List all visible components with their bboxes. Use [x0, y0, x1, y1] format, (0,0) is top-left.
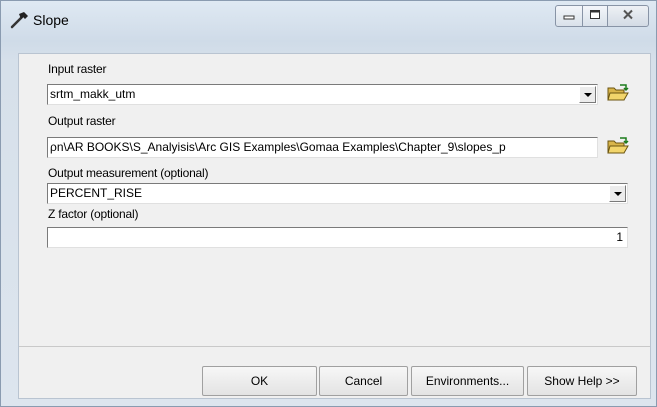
output-raster-label: Output raster: [48, 114, 116, 128]
output-raster-input[interactable]: ρn\AR BOOKS\S_Analyisis\Arc GIS Examples…: [47, 137, 598, 158]
maximize-button[interactable]: [582, 5, 608, 27]
show-help-button[interactable]: Show Help >>: [527, 366, 637, 396]
output-raster-browse-button[interactable]: [606, 136, 630, 158]
close-button[interactable]: [607, 5, 649, 27]
window-title: Slope: [33, 12, 69, 28]
input-raster-browse-button[interactable]: [606, 83, 630, 105]
chevron-down-icon: [613, 184, 622, 203]
dialog-client-area: Input raster srtm_makk_utm Output raster…: [18, 53, 651, 399]
dialog-window: Slope Input raster srtm_makk_utm Output …: [0, 0, 657, 407]
input-raster-label: Input raster: [48, 62, 107, 76]
input-raster-dropdown-button[interactable]: [579, 86, 596, 103]
z-factor-label: Z factor (optional): [48, 207, 139, 221]
output-measurement-dropdown-button[interactable]: [609, 185, 626, 202]
minimize-button[interactable]: [555, 5, 583, 27]
input-raster-combobox[interactable]: srtm_makk_utm: [47, 84, 598, 105]
cancel-button[interactable]: Cancel: [319, 366, 408, 396]
z-factor-input[interactable]: 1: [47, 227, 628, 248]
output-measurement-value: PERCENT_RISE: [50, 186, 143, 200]
open-folder-icon: [607, 83, 629, 105]
z-factor-value: 1: [616, 230, 623, 244]
title-bar[interactable]: Slope: [1, 1, 657, 39]
parameters-panel: Input raster srtm_makk_utm Output raster…: [19, 54, 650, 347]
output-measurement-label: Output measurement (optional): [48, 166, 209, 180]
environments-button[interactable]: Environments...: [411, 366, 524, 396]
chevron-down-icon: [583, 85, 592, 104]
maximize-icon: [589, 9, 601, 23]
ok-button[interactable]: OK: [202, 366, 317, 396]
output-raster-value: ρn\AR BOOKS\S_Analyisis\Arc GIS Examples…: [50, 140, 506, 154]
open-folder-icon: [607, 136, 629, 158]
output-measurement-select[interactable]: PERCENT_RISE: [47, 183, 628, 204]
minimize-icon: [563, 9, 575, 23]
hammer-icon: [9, 10, 31, 30]
input-raster-value: srtm_makk_utm: [50, 87, 136, 101]
close-icon: [622, 9, 634, 23]
